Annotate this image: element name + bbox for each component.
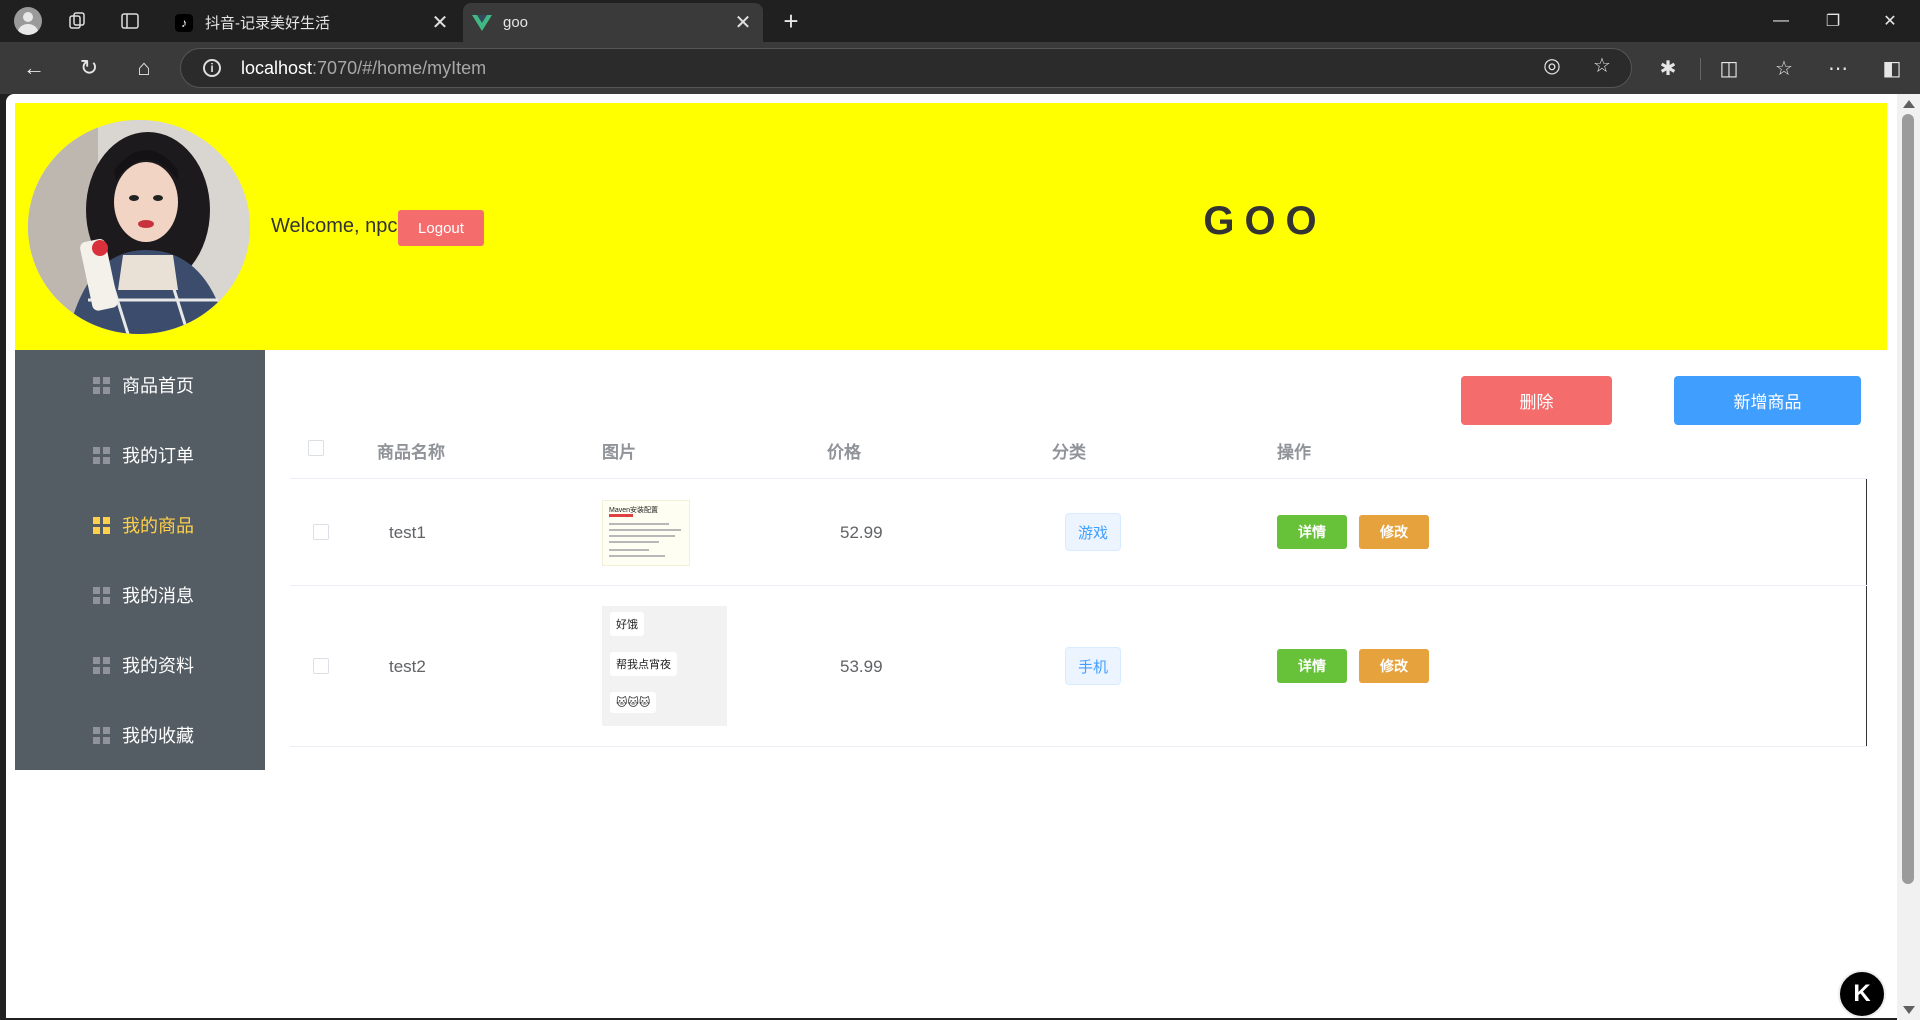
chat-bubble: 好饿 [610,612,644,636]
sidebar-item-label: 我的消息 [122,586,194,606]
tab-title: goo [503,14,529,31]
item-name: test2 [389,657,426,676]
edit-button[interactable]: 修改 [1359,649,1429,683]
tab-title: 抖音-记录美好生活 [205,15,330,32]
home-icon[interactable]: ⌂ [126,50,162,86]
app-header: Welcome, npc Logout GOO [15,103,1887,350]
site-info-icon[interactable]: i [203,59,221,77]
tab-douyin[interactable]: ♪ 抖音-记录美好生活 ✕ [165,3,460,42]
sidebar-item-label: 我的商品 [122,516,194,536]
favorites-icon[interactable]: ☆ [1766,50,1802,86]
tab-goo[interactable]: goo ✕ [463,3,763,42]
thumb-line [609,523,669,525]
assistant-fab-icon[interactable]: K [1838,970,1886,1018]
row-divider [290,746,1867,747]
category-tag: 游戏 [1065,513,1122,551]
thumb-line [609,549,649,551]
thumb-line [609,529,681,531]
item-price: 52.99 [840,523,883,542]
profile-icon[interactable] [6,0,50,42]
select-all-checkbox[interactable] [308,440,324,456]
sidebar-item-label: 我的收藏 [122,726,194,746]
column-header-category: 分类 [1052,443,1086,462]
split-screen-icon[interactable]: ◫ [1711,50,1747,86]
url-path: :7070/#/home/myItem [312,57,487,78]
sidebar-item-orders[interactable]: 我的订单 [15,420,265,490]
grid-icon [93,446,110,464]
sidebar-item-favorites[interactable]: 我的收藏 [15,700,265,770]
edit-button[interactable]: 修改 [1359,515,1429,549]
address-bar[interactable]: i localhost:7070/#/home/myItem [180,48,1632,88]
grid-icon [93,516,110,534]
item-price: 53.99 [840,657,883,676]
scroll-down-icon[interactable] [1903,1006,1915,1014]
browser-toolbar: ← ↻ ⌂ i localhost:7070/#/home/myItem ◎ ☆… [0,42,1920,94]
item-name: test1 [389,523,426,542]
toolbar-divider [1700,58,1701,80]
sidebar-item-profile[interactable]: 我的资料 [15,630,265,700]
page-scrollbar[interactable] [1897,94,1920,1020]
sidebar-item-label: 我的订单 [122,446,194,466]
thumb-line [609,535,675,537]
header-divider [290,478,1867,479]
row-checkbox[interactable] [313,658,329,674]
detail-button[interactable]: 详情 [1277,649,1347,683]
row-checkbox[interactable] [313,524,329,540]
row-border [1866,479,1867,585]
tiktok-icon: ♪ [175,13,193,32]
app-title: GOO [1203,199,1327,243]
chat-bubble: 帮我点宵夜 [610,652,677,676]
scroll-up-icon[interactable] [1903,100,1915,108]
grid-icon [93,726,110,744]
detail-button[interactable]: 详情 [1277,515,1347,549]
vue-icon [472,14,492,32]
column-header-image: 图片 [602,443,636,462]
category-tag: 手机 [1065,647,1122,685]
sidebar-item-label: 我的资料 [122,656,194,676]
grid-icon [93,656,110,674]
favorite-star-icon[interactable]: ☆ [1587,50,1617,80]
sidebar-item-home[interactable]: 商品首页 [15,350,265,420]
chat-bubble: 🐱🐱🐱 [610,692,657,713]
add-item-button[interactable]: 新增商品 [1674,376,1861,425]
column-header-actions: 操作 [1277,443,1311,462]
edge-icon[interactable]: ◎ [1537,50,1567,80]
workspaces-icon[interactable] [55,0,99,42]
sidebar-item-label: 商品首页 [122,376,194,396]
browser-tab-strip: ♪ 抖音-记录美好生活 ✕ goo ✕ + — ❐ ✕ [0,0,1920,42]
url-host: localhost [241,57,313,78]
logout-button[interactable]: Logout [398,210,484,246]
sidebar-toggle-icon[interactable]: ◧ [1874,50,1910,86]
close-icon[interactable]: ✕ [733,10,753,35]
refresh-icon[interactable]: ↻ [71,50,107,86]
welcome-text: Welcome, npc [271,215,398,237]
scroll-thumb[interactable] [1902,114,1914,884]
tab-actions-icon[interactable] [108,0,152,42]
sidebar-menu: 商品首页 我的订单 我的商品 我的消息 我的资料 我的收藏 [15,350,265,770]
grid-icon [93,376,110,394]
thumb-line [609,555,665,557]
back-icon[interactable]: ← [16,50,52,86]
restore-icon[interactable]: ❐ [1805,0,1861,42]
close-icon[interactable]: ✕ [430,10,450,35]
sidebar-item-my-items[interactable]: 我的商品 [15,490,265,560]
thumb-red-bar [609,514,633,517]
extensions-icon[interactable]: ✱ [1650,50,1686,86]
item-image[interactable]: 好饿 帮我点宵夜 🐱🐱🐱 [602,606,727,726]
delete-button[interactable]: 删除 [1461,376,1612,425]
row-divider [290,585,1867,586]
sidebar-item-messages[interactable]: 我的消息 [15,560,265,630]
minimize-icon[interactable]: — [1753,0,1809,42]
close-window-icon[interactable]: ✕ [1862,0,1918,42]
new-tab-icon[interactable]: + [775,5,807,37]
avatar [28,120,250,334]
row-border [1866,586,1867,746]
grid-icon [93,586,110,604]
thumb-line [609,541,659,543]
item-image[interactable]: Maven安装配置 [602,500,690,566]
column-header-price: 价格 [827,443,861,462]
more-icon[interactable]: ⋯ [1820,50,1856,86]
page-viewport: Welcome, npc Logout GOO 商品首页 我的订单 我的商品 我… [6,94,1897,1018]
column-header-name: 商品名称 [377,443,445,462]
